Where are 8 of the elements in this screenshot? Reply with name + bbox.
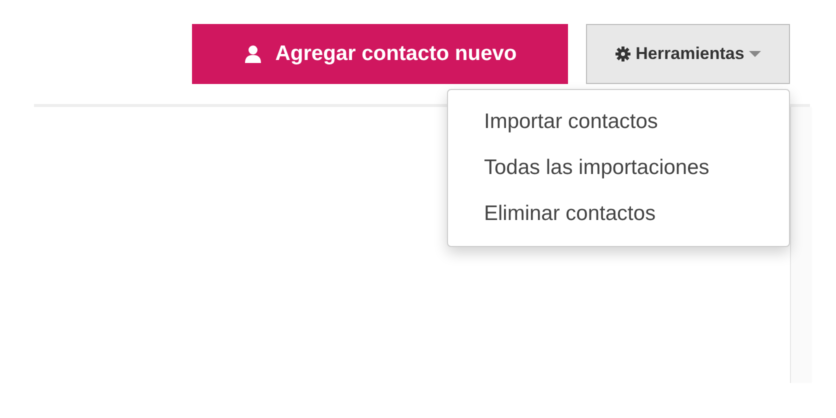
menu-item[interactable]: Eliminar contactos [448,191,789,237]
caret-icon [749,51,762,57]
person-icon [243,44,264,64]
add-contact-button[interactable]: Agregar contacto nuevo [192,24,568,84]
tools-dropdown-button[interactable]: Herramientas [586,24,790,84]
menu-item[interactable]: Importar contactos [448,99,789,145]
menu-item[interactable]: Todas las importaciones [448,145,789,191]
gear-icon [614,46,631,62]
